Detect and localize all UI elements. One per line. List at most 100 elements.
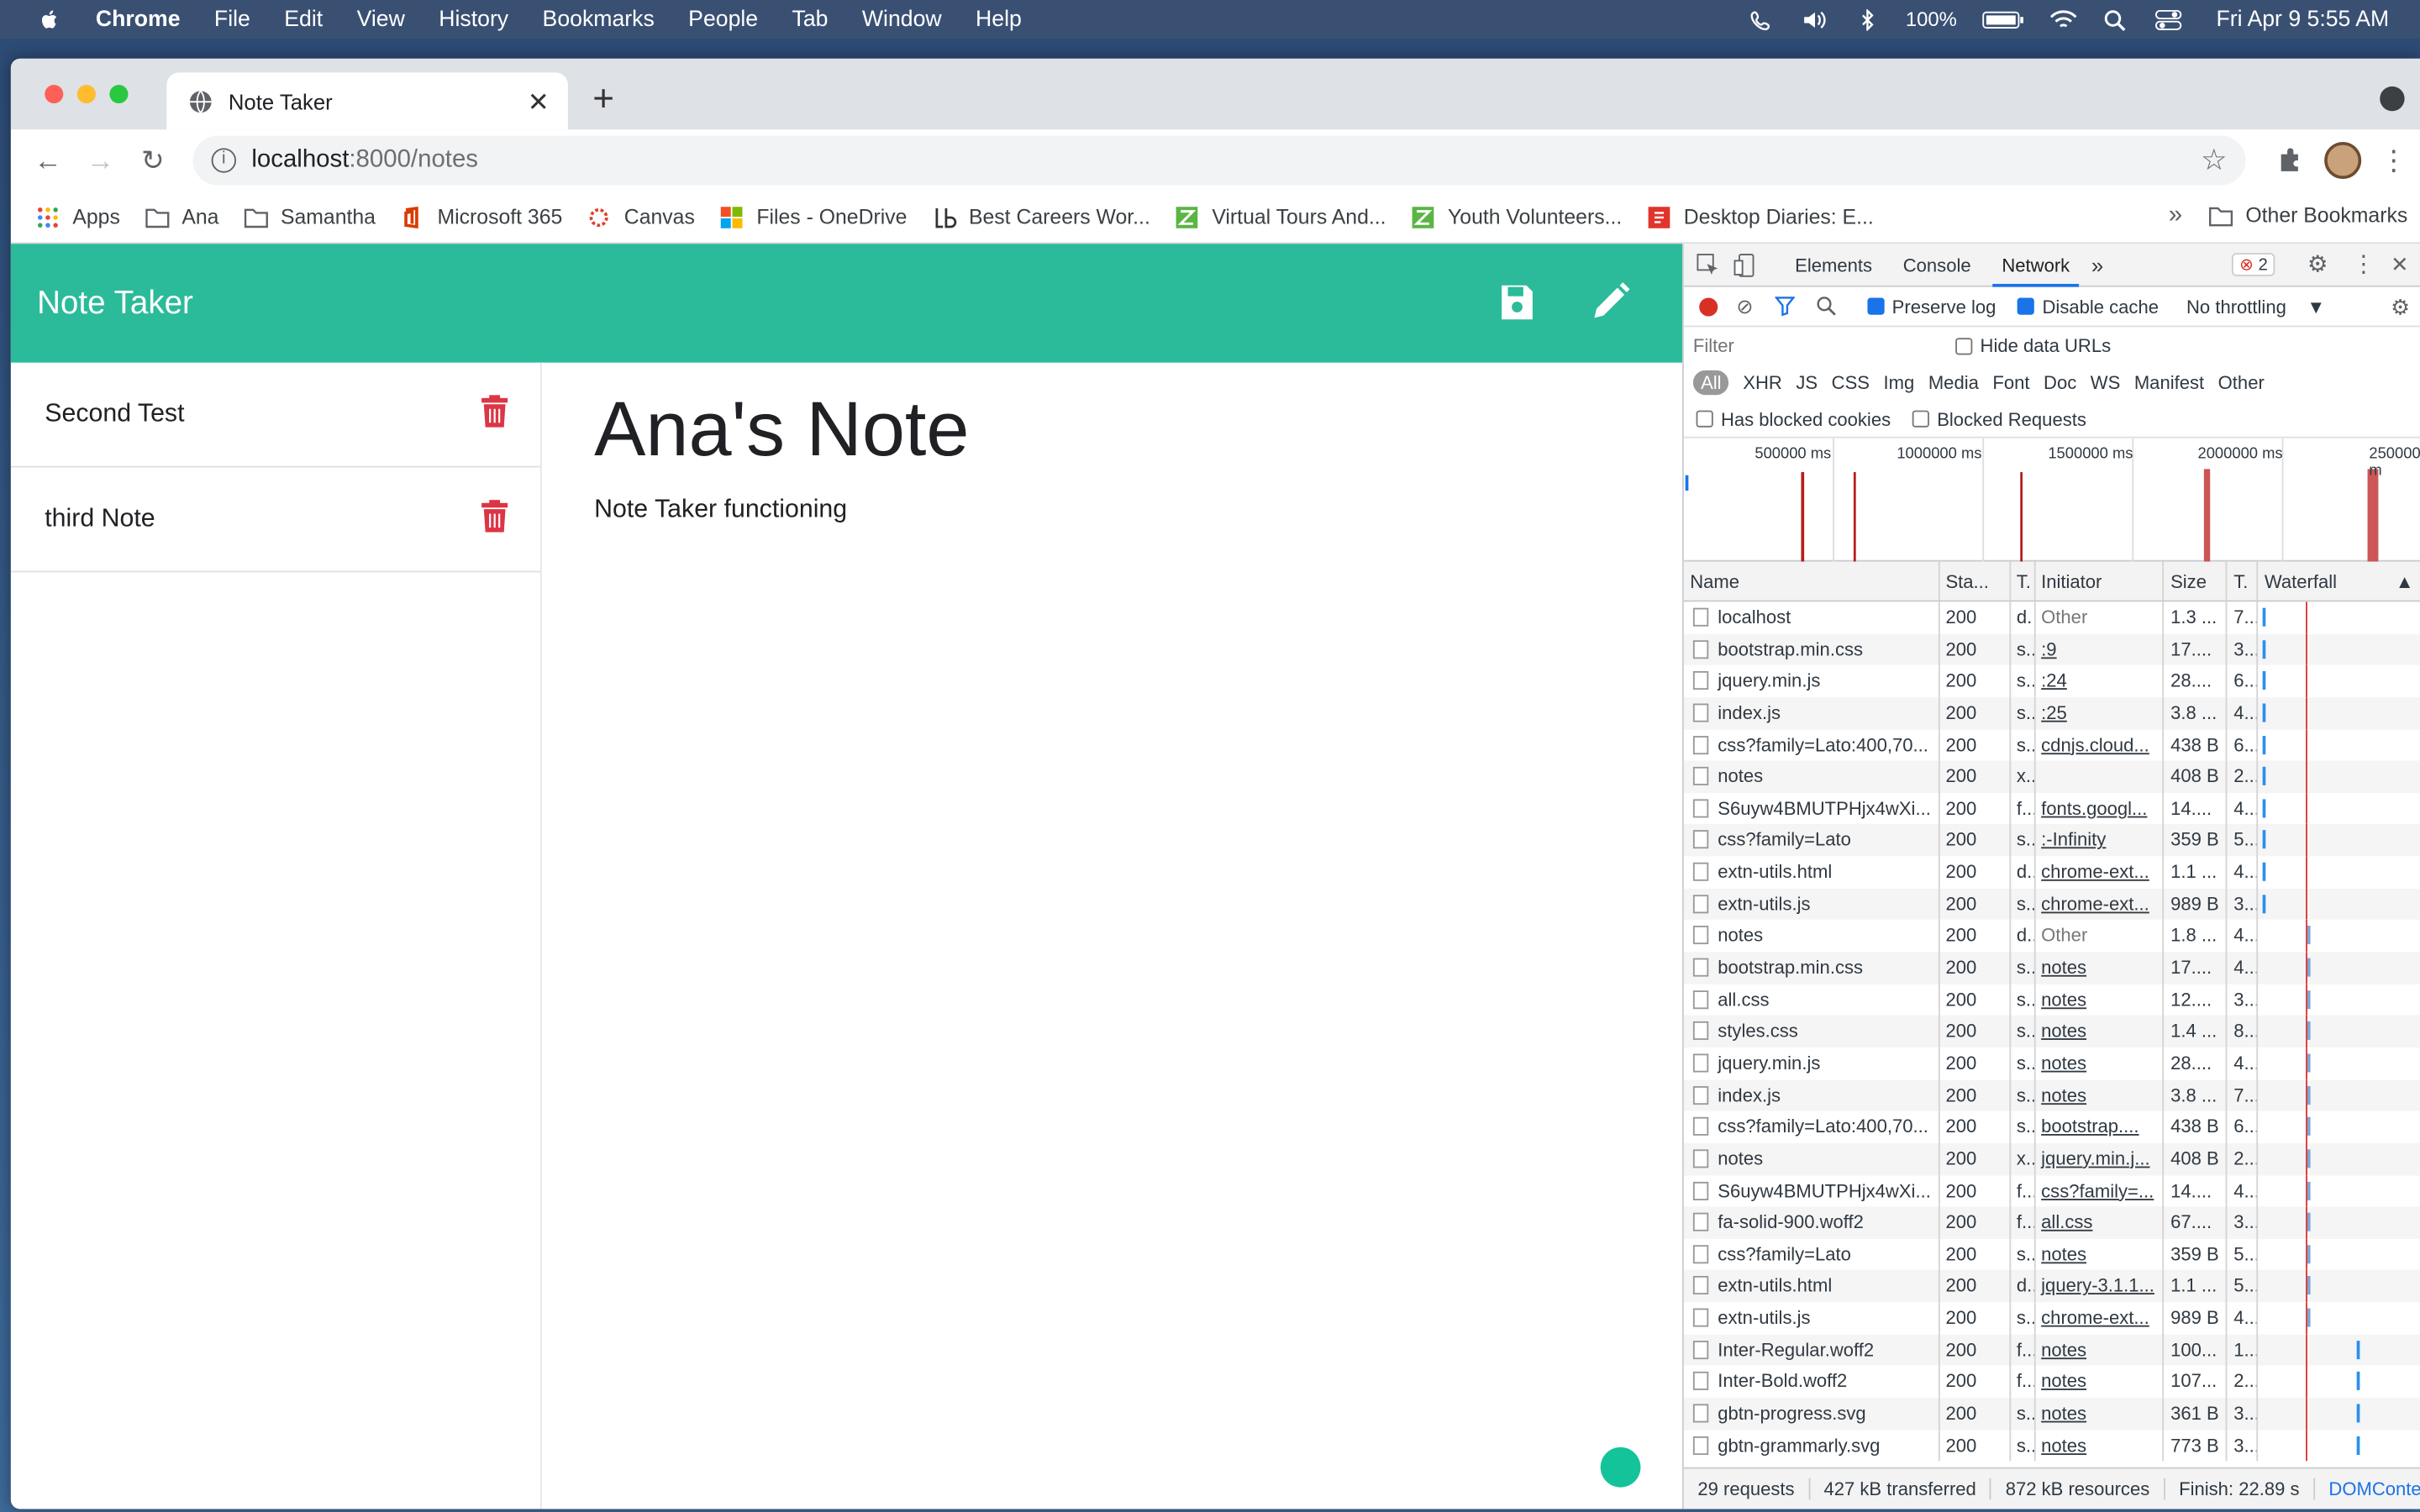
request-row[interactable]: all.css 200 s.. notes 12.... 3...	[1684, 984, 2420, 1016]
bookmark-files-onedrive[interactable]: Files - OneDrive	[719, 205, 907, 228]
request-row[interactable]: bootstrap.min.css 200 s.. notes 17.... 4...	[1683, 952, 2420, 984]
bookmark-samantha[interactable]: Samantha	[244, 205, 376, 228]
phone-icon[interactable]	[1748, 8, 1776, 30]
tab-console[interactable]: Console	[1894, 243, 1981, 286]
request-row[interactable]: extn-utils.html 200d..chrome-ext...1.1 ..…	[1684, 856, 2420, 889]
error-badge[interactable]: ⊗ 2	[2231, 253, 2276, 276]
profile-avatar[interactable]	[2324, 141, 2362, 180]
hide-data-urls-checkbox[interactable]: Hide data URLs	[1955, 335, 2111, 356]
note-item[interactable]: Second Test	[10, 363, 540, 468]
has-blocked-cookies-checkbox[interactable]: Has blocked cookies	[1696, 408, 1891, 430]
filter-css[interactable]: CSS	[1832, 372, 1870, 394]
col-time[interactable]: T.	[2228, 561, 2259, 601]
filter-js[interactable]: JS	[1796, 372, 1818, 394]
menu-chrome[interactable]: Chrome	[96, 7, 181, 31]
bookmark-ana[interactable]: Ana	[145, 205, 218, 228]
tab-network[interactable]: Network	[1992, 243, 2080, 286]
other-bookmarks[interactable]: Other Bookmarks	[2208, 203, 2407, 227]
apple-icon[interactable]	[34, 7, 65, 31]
tab-search-icon[interactable]	[2380, 86, 2405, 112]
request-row[interactable]: jquery.min.js 200 s..:24 28.... 6...	[1684, 665, 2420, 698]
back-icon[interactable]: ←	[33, 145, 64, 176]
note-title[interactable]: Ana's Note	[594, 384, 969, 474]
request-row[interactable]: index.js 200 s.. notes 3.8 ... 7...	[1683, 1079, 2420, 1111]
request-row[interactable]: jquery.min.js 200 s.. notes 28.... 4...	[1684, 1047, 2420, 1079]
filter-all[interactable]: All	[1692, 370, 1729, 396]
filter-img[interactable]: Img	[1884, 372, 1915, 394]
control-center-icon[interactable]	[2154, 8, 2182, 30]
devtools-menu-icon[interactable]: ⋮	[2352, 250, 2375, 277]
close-window-button[interactable]	[45, 85, 64, 104]
request-row[interactable]: localhost 200 d. Other 1.3 ... 7...	[1684, 601, 2420, 634]
site-info-icon[interactable]: i	[211, 148, 237, 173]
request-row[interactable]: extn-utils.html 200d..jquery-3.1.1...1.1 …	[1683, 1270, 2420, 1303]
request-row[interactable]: notes 200 x.. jquery.min.j... 408 B 2...	[1683, 1142, 2420, 1175]
extensions-icon[interactable]	[2275, 145, 2306, 176]
menu-bookmarks[interactable]: Bookmarks	[543, 7, 655, 31]
minimize-window-button[interactable]	[76, 85, 96, 104]
bluetooth-icon[interactable]	[1853, 8, 1881, 30]
grammarly-icon[interactable]	[1600, 1446, 1641, 1488]
filter-ws[interactable]: WS	[2091, 372, 2121, 394]
new-tab-button[interactable]: +	[592, 79, 614, 122]
network-overview-timeline[interactable]: 500000 ms 1000000 ms 1500000 ms 2000000 …	[1683, 438, 2420, 562]
filter-doc[interactable]: Doc	[2044, 372, 2076, 394]
pencil-icon[interactable]	[1588, 281, 1631, 323]
filter-input[interactable]	[1692, 330, 1938, 361]
request-row[interactable]: Inter-Regular.woff2 200f...notes100...1..…	[1683, 1334, 2420, 1367]
request-row[interactable]: styles.css 200 s.. notes 1.4 ... 8...	[1683, 1016, 2420, 1048]
device-toolbar-icon[interactable]	[1733, 252, 1758, 276]
close-devtools-icon[interactable]: ✕	[2391, 251, 2409, 277]
request-row[interactable]: extn-utils.js 200 s.. chrome-ext... 989 B 4..…	[1684, 1302, 2420, 1335]
request-row[interactable]: css?family=Lato:400,70... 200 s.. cdnjs.clo…	[1684, 728, 2420, 761]
bookmark-youth-volunteers[interactable]: Youth Volunteers...	[1411, 205, 1622, 228]
address-bar[interactable]: i localhost:8000/notes ☆	[192, 135, 2246, 186]
request-row[interactable]: bootstrap.min.css 200 s..:9 17.... 3...	[1683, 633, 2420, 666]
menu-edit[interactable]: Edit	[284, 7, 323, 31]
bookmark-desktop-diaries[interactable]: Desktop Diaries: E...	[1647, 205, 1874, 228]
note-text[interactable]: Note Taker functioning	[594, 496, 969, 525]
request-row[interactable]: css?family=Lato 200 s.. notes 359 B 5...	[1684, 1238, 2420, 1271]
trash-icon[interactable]	[481, 395, 508, 428]
record-icon[interactable]	[1699, 297, 1718, 316]
request-row[interactable]: css?family=Lato:400,70... 200 s.. bootstrap…	[1684, 1110, 2420, 1143]
bookmark-canvas[interactable]: Canvas	[587, 205, 695, 228]
bookmark-virtual-tours[interactable]: Virtual Tours And...	[1175, 205, 1386, 228]
col-name[interactable]: Name	[1684, 561, 1940, 601]
request-row[interactable]: S6uyw4BMUTPHjx4wXi... 200f...css?family=.…	[1684, 1174, 2420, 1207]
tab-elements[interactable]: Elements	[1786, 243, 1881, 286]
col-type[interactable]: T.	[2010, 561, 2035, 601]
request-row[interactable]: gbtn-grammarly.svg 200 s.. notes 773 B 3...	[1684, 1430, 2420, 1462]
network-settings-icon[interactable]: ⚙	[2391, 295, 2410, 321]
disable-cache-checkbox[interactable]: Disable cache	[2018, 296, 2159, 317]
forward-icon[interactable]: →	[85, 145, 116, 176]
request-row[interactable]: notes 200 x.. 408 B 2...	[1683, 760, 2420, 793]
request-row[interactable]: extn-utils.js 200 s.. chrome-ext... 989 B 3..…	[1683, 888, 2420, 921]
throttling-select[interactable]: No throttling ▼	[2186, 296, 2325, 318]
bookmark-best-careers[interactable]: Best Careers Wor...	[932, 205, 1150, 228]
bookmarks-overflow-button[interactable]: »	[2169, 202, 2182, 230]
filter-other[interactable]: Other	[2218, 372, 2265, 394]
blocked-requests-checkbox[interactable]: Blocked Requests	[1912, 408, 2086, 430]
col-size[interactable]: Size	[2165, 561, 2228, 601]
more-tabs-button[interactable]: »	[2091, 252, 2103, 276]
note-item[interactable]: third Note	[10, 468, 540, 573]
menu-history[interactable]: History	[439, 7, 508, 31]
volume-icon[interactable]	[1801, 8, 1828, 30]
request-row[interactable]: S6uyw4BMUTPHjx4wXi... 200f...fonts.googl.…	[1684, 792, 2420, 825]
clear-icon[interactable]: ⊘	[1736, 294, 1753, 318]
filter-media[interactable]: Media	[1928, 372, 1979, 394]
request-row[interactable]: index.js 200 s..:25 3.8 ... 4...	[1683, 697, 2420, 729]
app-brand[interactable]: Note Taker	[37, 285, 193, 322]
request-row[interactable]: fa-solid-900.woff2 200f...all.css67....3.…	[1683, 1206, 2420, 1239]
col-initiator[interactable]: Initiator	[2035, 561, 2165, 601]
menu-view[interactable]: View	[357, 7, 405, 31]
battery-icon[interactable]	[1981, 8, 2024, 30]
request-row[interactable]: Inter-Bold.woff2 200f...notes107...2...	[1684, 1366, 2420, 1399]
menu-people[interactable]: People	[688, 7, 758, 31]
reload-icon[interactable]: ↻	[137, 145, 168, 176]
menu-help[interactable]: Help	[976, 7, 1022, 31]
filter-font[interactable]: Font	[1992, 372, 2029, 394]
request-row[interactable]: notes 200d..Other1.8 ...4...	[1684, 920, 2420, 953]
browser-tab-active[interactable]: Note Taker ✕	[166, 72, 568, 130]
